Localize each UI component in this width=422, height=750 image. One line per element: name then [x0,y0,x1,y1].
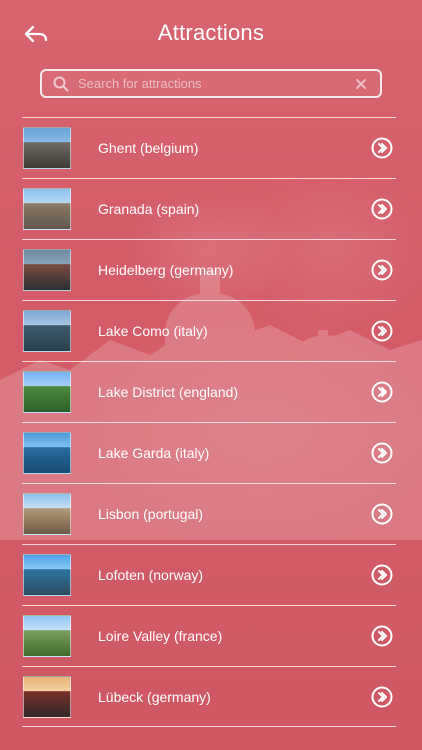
list-item-label: Heidelberg (germany) [98,262,234,278]
thumbnail-image [23,554,71,596]
list-item[interactable]: Ghent (belgium) [22,117,396,178]
double-chevron-right-icon[interactable] [369,684,395,710]
list-item[interactable]: Lake District (england) [22,361,396,422]
list-item[interactable]: Lübeck (germany) [22,666,396,727]
list-item-label: Lisbon (portugal) [98,506,204,522]
search-icon [48,71,74,97]
list-item[interactable]: Heidelberg (germany) [22,239,396,300]
search-input[interactable] [78,71,348,96]
attractions-list: Ghent (belgium) Granada (spain) Heidelbe… [22,117,396,727]
thumbnail-image [23,432,71,474]
double-chevron-right-icon[interactable] [369,440,395,466]
clear-icon [354,77,368,91]
thumbnail-image [23,188,71,230]
double-chevron-right-icon[interactable] [369,501,395,527]
search-bar [40,69,382,98]
list-item-label: Lake District (england) [98,384,239,400]
thumbnail-image [23,675,71,718]
double-chevron-right-icon[interactable] [369,379,395,405]
double-chevron-right-icon[interactable] [369,623,395,649]
double-chevron-right-icon[interactable] [369,318,395,344]
double-chevron-right-icon[interactable] [369,562,395,588]
header: Attractions [0,0,422,64]
thumbnail-image [23,249,71,291]
list-item-label: Lübeck (germany) [98,688,211,705]
list-item-label: Loire Valley (france) [98,628,223,644]
thumbnail-image [23,615,71,657]
list-item-label: Lofoten (norway) [98,567,204,583]
double-chevron-right-icon[interactable] [369,135,395,161]
list-item-label: Lake Como (italy) [98,323,208,339]
list-item[interactable]: Lofoten (norway) [22,544,396,605]
list-item[interactable]: Lake Garda (italy) [22,422,396,483]
list-item[interactable]: Lisbon (portugal) [22,483,396,544]
double-chevron-right-icon[interactable] [369,257,395,283]
thumbnail-image [23,493,71,535]
list-item[interactable]: Lake Como (italy) [22,300,396,361]
double-chevron-right-icon[interactable] [369,196,395,222]
clear-search-button[interactable] [348,71,374,97]
list-item[interactable]: Loire Valley (france) [22,605,396,666]
list-item-label: Granada (spain) [98,201,200,217]
list-item-label: Lake Garda (italy) [98,445,210,461]
list-item-label: Ghent (belgium) [98,140,199,156]
list-item[interactable]: Granada (spain) [22,178,396,239]
thumbnail-image [23,371,71,413]
thumbnail-image [23,127,71,169]
thumbnail-image [23,310,71,352]
page-title: Attractions [157,20,265,45]
